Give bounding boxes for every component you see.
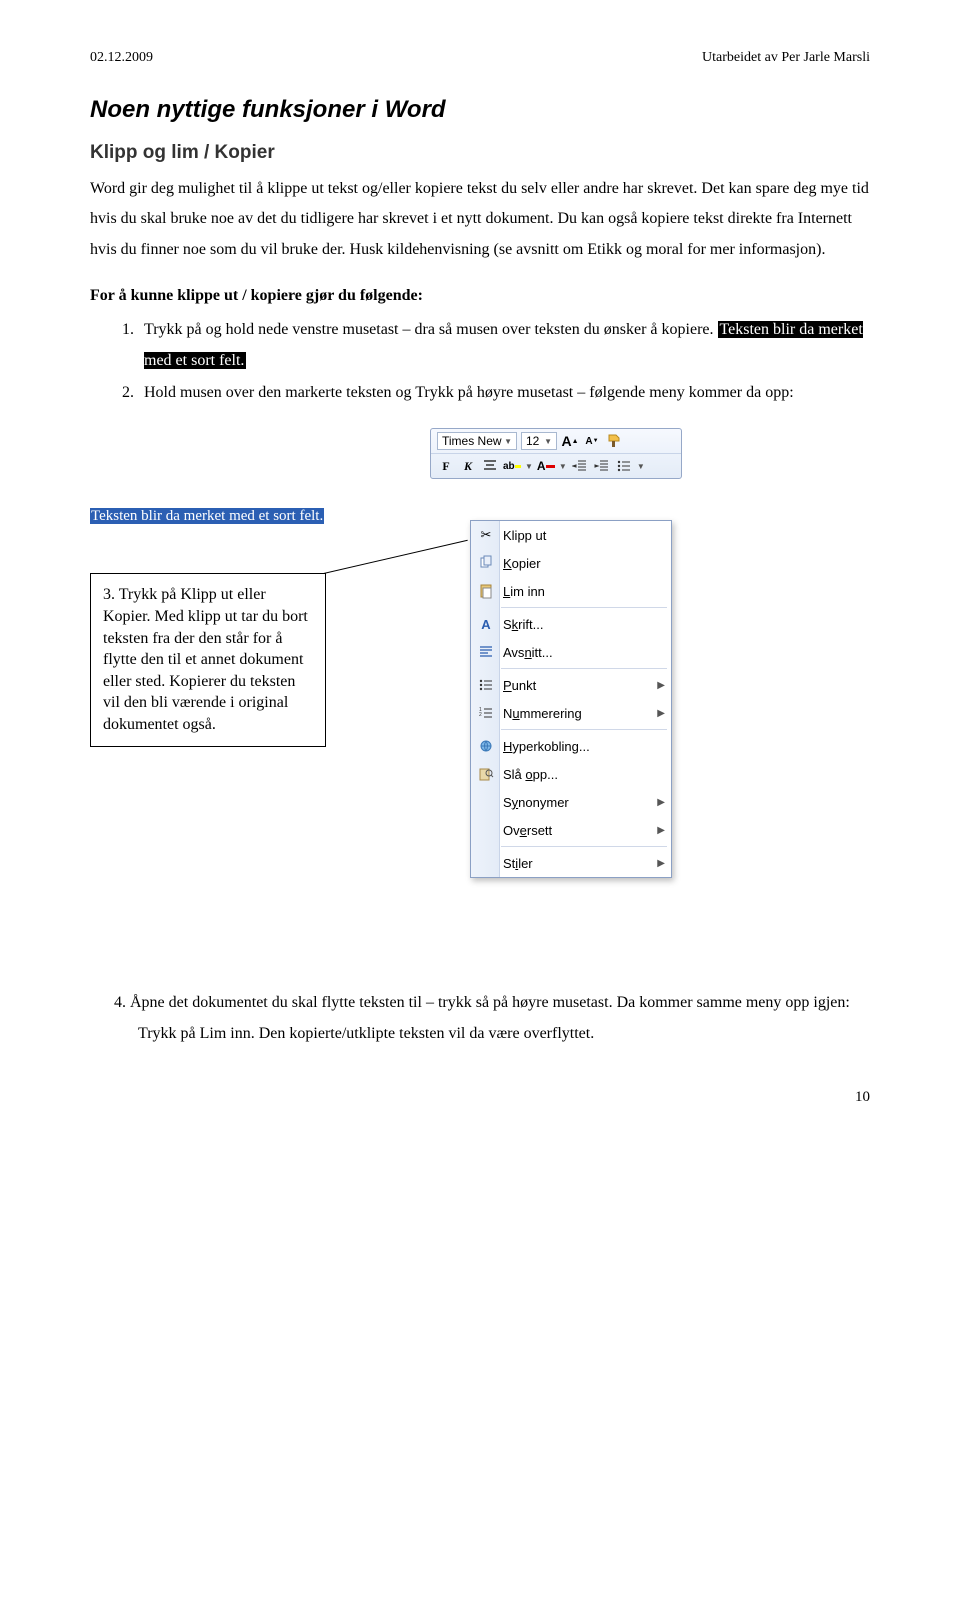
paragraph-icon [475,643,497,661]
font-color-button[interactable]: A [537,457,555,475]
dropdown-caret-icon[interactable]: ▼ [559,462,567,471]
align-center-button[interactable] [481,457,499,475]
highlight-ab-text: ab [503,461,515,472]
section-subtitle: Klipp og lim / Kopier [90,142,870,164]
font-name: Times New [442,434,502,448]
shrink-font-button[interactable]: A▼ [583,432,601,450]
step-2: Hold musen over den markerte teksten og … [138,378,870,408]
italic-button[interactable]: K [459,457,477,475]
indent-decrease-button[interactable] [571,457,589,475]
font-color-bar [546,465,555,468]
menu-translate[interactable]: Oversett ▶ [471,816,671,844]
header-date: 02.12.2009 [90,50,153,66]
header-author: Utarbeidet av Per Jarle Marsli [702,50,870,66]
menu-synonyms[interactable]: Synonymer ▶ [471,788,671,816]
step-1-text: Trykk på og hold nede venstre musetast –… [144,321,718,338]
menu-hyperlink[interactable]: Hyperkobling... [471,732,671,760]
blank-icon [475,821,497,839]
page: 02.12.2009 Utarbeidet av Per Jarle Marsl… [0,0,960,1146]
mini-toolbar: Times New ▼ 12 ▼ A▲ A▼ F K [430,428,682,479]
page-title: Noen nyttige funksjoner i Word [90,96,870,124]
bullets-icon [616,458,632,474]
submenu-arrow-icon: ▶ [657,825,665,836]
step-4: 4. Åpne det dokumentet du skal flytte te… [90,988,870,1049]
menu-paste[interactable]: Lim inn [471,577,671,605]
menu-cut[interactable]: ✂ Klipp ut [471,521,671,549]
submenu-arrow-icon: ▶ [657,858,665,869]
toolbar-row-1: Times New ▼ 12 ▼ A▲ A▼ [431,429,681,453]
step-3-callout: 3. Trykk på Klipp ut eller Kopier. Med k… [90,573,326,746]
figure-area: Times New ▼ 12 ▼ A▲ A▼ F K [90,428,870,948]
submenu-arrow-icon: ▶ [657,797,665,808]
font-size-selector[interactable]: 12 ▼ [521,432,557,450]
menu-lookup[interactable]: Slå opp... [471,760,671,788]
svg-text:2: 2 [479,712,482,718]
dropdown-caret-icon: ▼ [544,437,552,446]
menu-separator [501,729,667,730]
menu-bullets[interactable]: Punkt ▶ [471,671,671,699]
menu-font[interactable]: A Skrift... [471,610,671,638]
scissors-icon: ✂ [475,526,497,544]
font-a-icon: A [475,615,497,633]
menu-paragraph[interactable]: Avsnitt... [471,638,671,666]
highlight-button[interactable]: ab [503,457,521,475]
intro-paragraph: Word gir deg mulighet til å klippe ut te… [90,174,870,265]
menu-separator [501,846,667,847]
steps-list: Trykk på og hold nede venstre musetast –… [90,315,870,408]
menu-numbering[interactable]: 12 Nummerering ▶ [471,699,671,727]
align-center-icon [482,458,498,474]
numbering-icon: 12 [475,704,497,722]
context-menu: ✂ Klipp ut Kopier Lim inn A [470,520,672,878]
font-size: 12 [526,434,539,448]
submenu-arrow-icon: ▶ [657,708,665,719]
dropdown-caret-icon[interactable]: ▼ [525,462,533,471]
bullets-button[interactable] [615,457,633,475]
menu-separator [501,607,667,608]
bullets-icon [475,676,497,694]
indent-increase-icon [594,458,610,474]
toolbar-row-2: F K ab ▼ A ▼ [431,453,681,478]
menu-separator [501,668,667,669]
steps-heading: For å kunne klippe ut / kopiere gjør du … [90,287,870,305]
page-header: 02.12.2009 Utarbeidet av Per Jarle Marsl… [90,50,870,66]
blank-icon [475,793,497,811]
paste-icon [475,582,497,600]
callout-connector-line [302,540,468,579]
bold-button[interactable]: F [437,457,455,475]
indent-decrease-icon [572,458,588,474]
dropdown-caret-icon: ▼ [504,437,512,446]
menu-styles[interactable]: Stiler ▶ [471,849,671,877]
page-number: 10 [90,1089,870,1106]
copy-icon [475,554,497,572]
lookup-icon [475,765,497,783]
submenu-arrow-icon: ▶ [657,680,665,691]
dropdown-caret-icon[interactable]: ▼ [637,462,645,471]
indent-increase-button[interactable] [593,457,611,475]
hyperlink-icon [475,737,497,755]
selected-text-sample: Teksten blir da merket med et sort felt. [90,508,324,525]
step-1: Trykk på og hold nede venstre musetast –… [138,315,870,376]
menu-copy[interactable]: Kopier [471,549,671,577]
blank-icon [475,854,497,872]
highlight-color-bar [515,465,521,468]
font-selector[interactable]: Times New ▼ [437,432,517,450]
selected-text: Teksten blir da merket med et sort felt. [90,508,324,524]
brush-icon [606,433,622,449]
format-painter-button[interactable] [605,432,623,450]
grow-font-button[interactable]: A▲ [561,432,579,450]
